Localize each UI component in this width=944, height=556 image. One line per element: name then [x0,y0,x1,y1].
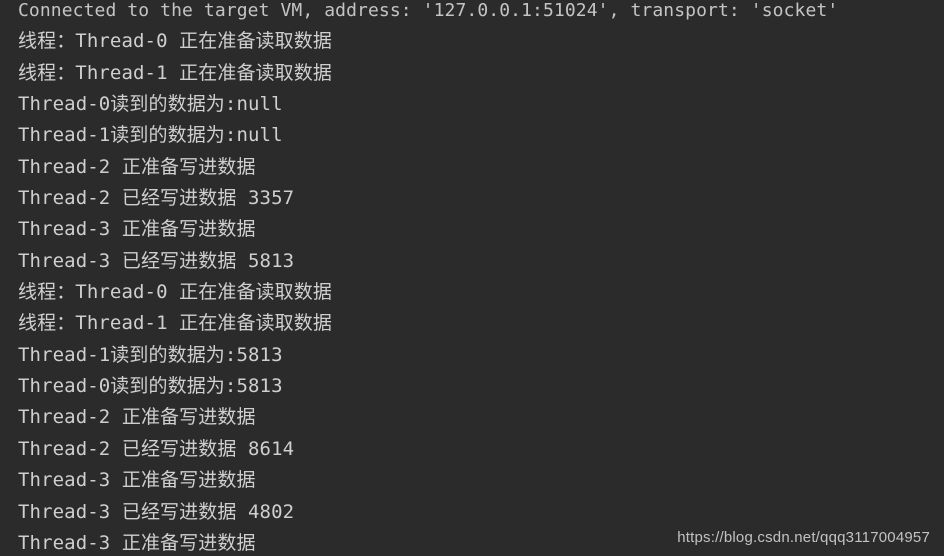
console-line: Thread-3 已经写进数据 4802 [18,500,295,523]
console-line: Thread-3 正准备写进数据 [18,218,256,241]
console-output-list[interactable]: Connected to the target VM, address: '12… [0,0,944,556]
console-line: Thread-3 正准备写进数据 [18,469,256,492]
console-line: 线程：Thread-1 正在准备读取数据 [18,312,332,335]
console-line: Thread-3 已经写进数据 5813 [18,249,295,272]
console-line: Thread-1读到的数据为:5813 [18,343,283,366]
console-line: Thread-2 正准备写进数据 [18,406,256,429]
console-line: Thread-0读到的数据为:5813 [18,375,283,398]
console-line: 线程：Thread-0 正在准备读取数据 [18,281,332,304]
console-line: Thread-1读到的数据为:null [18,124,283,147]
console-panel[interactable]: Connected to the target VM, address: '12… [0,0,944,556]
console-line: 线程：Thread-1 正在准备读取数据 [18,61,332,84]
console-line: 线程：Thread-0 正在准备读取数据 [18,30,332,53]
watermark-url: https://blog.csdn.net/qqq3117004957 [677,529,930,546]
console-line: Connected to the target VM, address: '12… [18,0,839,21]
console-line: Thread-2 已经写进数据 3357 [18,187,295,210]
console-line: Thread-0读到的数据为:null [18,93,283,116]
console-line: Thread-2 正准备写进数据 [18,155,256,178]
console-line: Thread-2 已经写进数据 8614 [18,437,295,460]
